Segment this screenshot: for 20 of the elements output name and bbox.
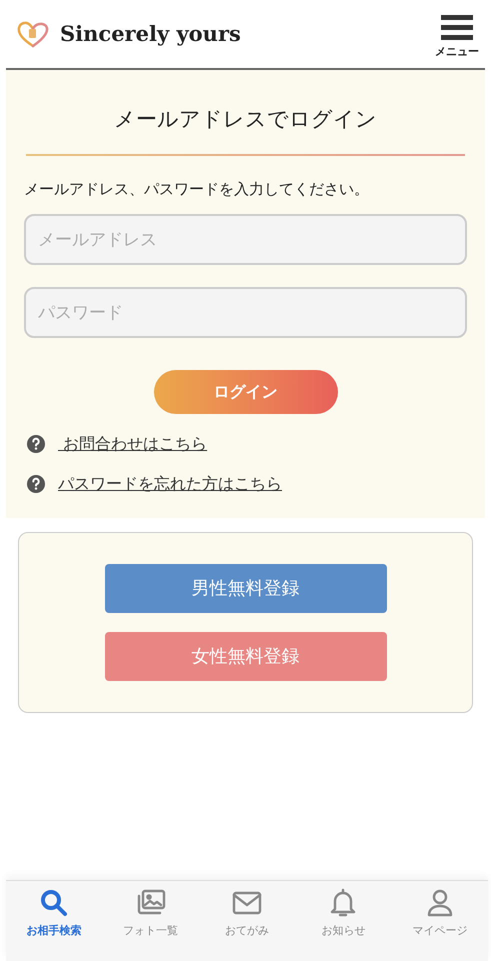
register-button[interactable]: 男性無料登録 — [104, 564, 386, 613]
nav-tab[interactable]: お相手検索 — [6, 887, 102, 940]
menu-icon — [441, 15, 473, 41]
nav-tab[interactable]: お知らせ — [295, 887, 392, 940]
nav-tab[interactable]: フォト一覧 — [102, 887, 199, 940]
login-button[interactable]: ログイン — [154, 370, 338, 414]
email-field[interactable]: メールアドレス — [24, 214, 467, 265]
brand-name: Sincerely yours — [60, 20, 241, 48]
heart-logo-icon — [16, 19, 50, 49]
nav-tab[interactable]: マイページ — [392, 887, 488, 940]
menu-button[interactable]: メニュー — [435, 11, 479, 57]
instruction-text: メールアドレス、パスワードを入力してください。 — [24, 178, 370, 200]
help-icon — [26, 474, 46, 494]
help-link[interactable]: パスワードを忘れた方はこちら — [58, 472, 282, 496]
nav-tab[interactable]: おてがみ — [198, 887, 296, 940]
help-icon — [26, 434, 46, 454]
register-button[interactable]: 女性無料登録 — [104, 632, 386, 681]
password-field[interactable]: パスワード — [24, 287, 467, 338]
help-link[interactable]: お問合わせはこちら — [58, 432, 208, 456]
login-title: メールアドレスでログイン — [113, 106, 378, 133]
